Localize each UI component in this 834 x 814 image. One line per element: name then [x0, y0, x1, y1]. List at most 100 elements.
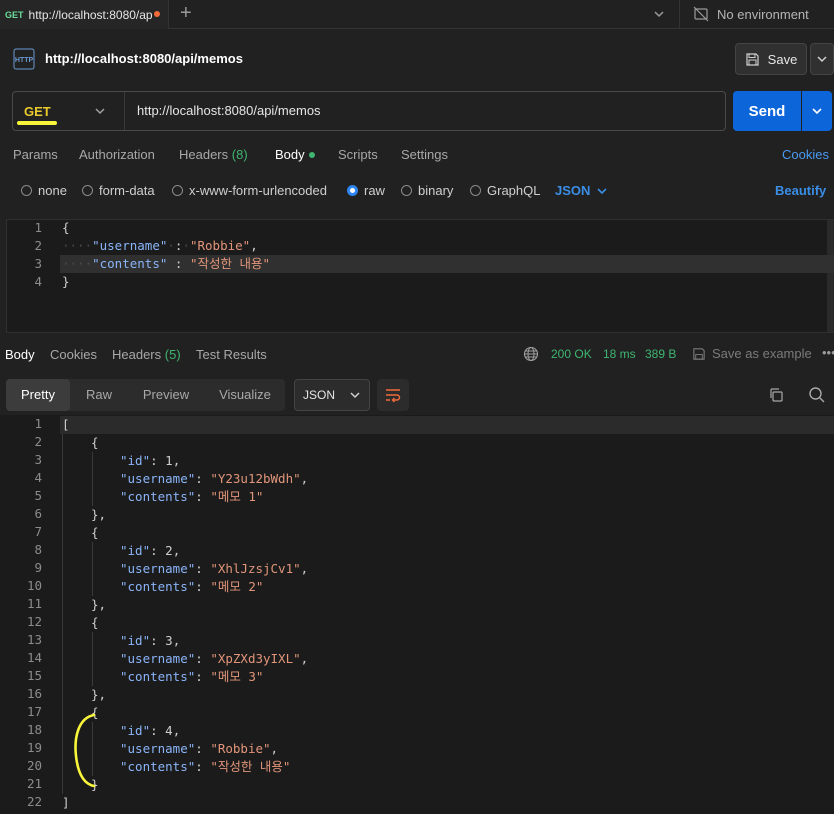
save-label: Save — [767, 51, 798, 67]
line-number: 7 — [34, 524, 42, 539]
annotation-bracket — [74, 713, 96, 788]
environment-selector[interactable]: No environment — [693, 6, 809, 22]
radio-graphql[interactable]: GraphQL — [470, 183, 540, 198]
save-button[interactable]: Save — [735, 43, 807, 75]
cookies-link[interactable]: Cookies — [782, 147, 829, 162]
code-line: "contents": "메모 2" — [120, 579, 264, 594]
response-time[interactable]: 18 ms — [603, 347, 636, 361]
response-tab-test-results[interactable]: Test Results — [196, 347, 267, 362]
view-visualize[interactable]: Visualize — [208, 379, 282, 411]
line-number: 12 — [26, 614, 42, 629]
code-line: "contents": "작성한 내용" — [120, 759, 291, 774]
line-number: 13 — [26, 632, 42, 647]
environment-label: No environment — [717, 6, 809, 22]
json-value: 2 — [165, 543, 173, 558]
code-line: "contents": "메모 1" — [120, 489, 264, 504]
method-selector[interactable]: GET — [24, 104, 51, 119]
request-title[interactable]: http://localhost:8080/api/memos — [45, 51, 243, 66]
tab-scripts[interactable]: Scripts — [338, 147, 378, 162]
radio-circle-icon — [21, 185, 32, 196]
save-icon — [746, 52, 759, 66]
copy-icon[interactable] — [768, 387, 784, 403]
code-line: "username": "Y23u12bWdh", — [120, 471, 309, 486]
tab-authorization[interactable]: Authorization — [79, 147, 155, 162]
radio-raw[interactable]: raw — [347, 183, 385, 198]
json-value: "XpZXd3yIXL" — [210, 651, 301, 666]
chevron-down-icon — [597, 187, 607, 194]
wrap-lines-button[interactable] — [377, 379, 409, 411]
view-raw[interactable]: Raw — [74, 379, 124, 411]
save-as-example-button[interactable]: Save as example — [692, 346, 812, 361]
send-button[interactable]: Send — [733, 91, 801, 131]
save-as-example-label: Save as example — [712, 346, 812, 361]
response-tab-headers[interactable]: Headers (5) — [112, 347, 181, 362]
indent-guide — [92, 632, 93, 686]
tab-params[interactable]: Params — [13, 147, 58, 162]
code-line: "username": "XhlJzsjCv1", — [120, 561, 309, 576]
beautify-button[interactable]: Beautify — [775, 183, 826, 198]
svg-text:HTTP: HTTP — [15, 57, 34, 64]
editor-scrollbar[interactable] — [827, 220, 834, 332]
code-line: "id": 3, — [120, 633, 181, 648]
no-environment-icon — [693, 6, 709, 22]
chevron-down-icon — [817, 56, 827, 63]
line-number: 19 — [26, 740, 42, 755]
save-options-button[interactable] — [810, 43, 834, 75]
view-pretty[interactable]: Pretty — [6, 379, 70, 411]
url-input[interactable]: http://localhost:8080/api/memos — [137, 103, 321, 118]
globe-icon[interactable] — [523, 346, 539, 362]
tab-list-chevron-down-icon[interactable] — [652, 7, 666, 21]
indent-guide — [92, 452, 93, 506]
json-value: "Robbie" — [210, 741, 271, 756]
response-format-label: JSON — [302, 388, 335, 402]
line-number: 5 — [34, 488, 42, 503]
response-format-selector[interactable]: JSON — [294, 379, 370, 411]
code-line: "username": "XpZXd3yIXL", — [120, 651, 309, 666]
line-number: 4 — [34, 470, 42, 485]
line-number: 8 — [34, 542, 42, 557]
json-value: "메모 1" — [210, 489, 264, 504]
status-badge[interactable]: 200 OK — [551, 347, 592, 361]
line-number: 11 — [26, 596, 42, 611]
new-tab-plus-icon[interactable]: + — [180, 3, 192, 23]
line-number: 2 — [34, 238, 42, 253]
response-tab-body[interactable]: Body — [5, 347, 35, 362]
line-number: 1 — [34, 416, 42, 431]
json-value: "XhlJzsjCv1" — [210, 561, 301, 576]
radio-form-data[interactable]: form-data — [82, 183, 155, 198]
code-line: { — [91, 525, 99, 540]
radio-binary[interactable]: binary — [401, 183, 453, 198]
response-tab-cookies[interactable]: Cookies — [50, 347, 97, 362]
radio-selected-icon — [347, 185, 358, 196]
search-icon[interactable] — [808, 386, 826, 404]
response-size[interactable]: 389 B — [645, 347, 676, 361]
code-line: "id": 2, — [120, 543, 181, 558]
code-line: { — [91, 435, 99, 450]
save-icon — [693, 347, 705, 360]
more-options-icon[interactable]: ••• — [822, 345, 834, 360]
tab-body[interactable]: Body — [275, 147, 315, 162]
radio-none[interactable]: none — [21, 183, 67, 198]
radio-label: GraphQL — [487, 183, 541, 198]
send-options-button[interactable] — [802, 91, 832, 131]
radio-label: none — [38, 183, 67, 198]
code-line: "id": 4, — [120, 723, 181, 738]
chevron-down-icon — [350, 392, 360, 399]
chevron-down-icon — [812, 108, 822, 115]
tab-headers[interactable]: Headers (8) — [179, 147, 248, 162]
radio-label: binary — [418, 183, 454, 198]
tab-body-label: Body — [275, 147, 305, 162]
json-value: 4 — [165, 723, 173, 738]
json-value: "Y23u12bWdh" — [210, 471, 301, 486]
method-chevron-down-icon[interactable] — [93, 104, 107, 118]
view-preview[interactable]: Preview — [130, 379, 202, 411]
code-line: } — [62, 274, 70, 289]
line-number: 4 — [34, 274, 42, 289]
request-tab[interactable]: GET http://localhost:8080/ap — [0, 0, 169, 29]
body-format-selector[interactable]: JSON — [555, 183, 608, 198]
code-line: }, — [91, 687, 107, 702]
url-bar — [12, 91, 726, 131]
radio-urlencoded[interactable]: x-www-form-urlencoded — [172, 183, 327, 198]
tab-settings[interactable]: Settings — [401, 147, 448, 162]
body-format-label: JSON — [555, 183, 591, 198]
